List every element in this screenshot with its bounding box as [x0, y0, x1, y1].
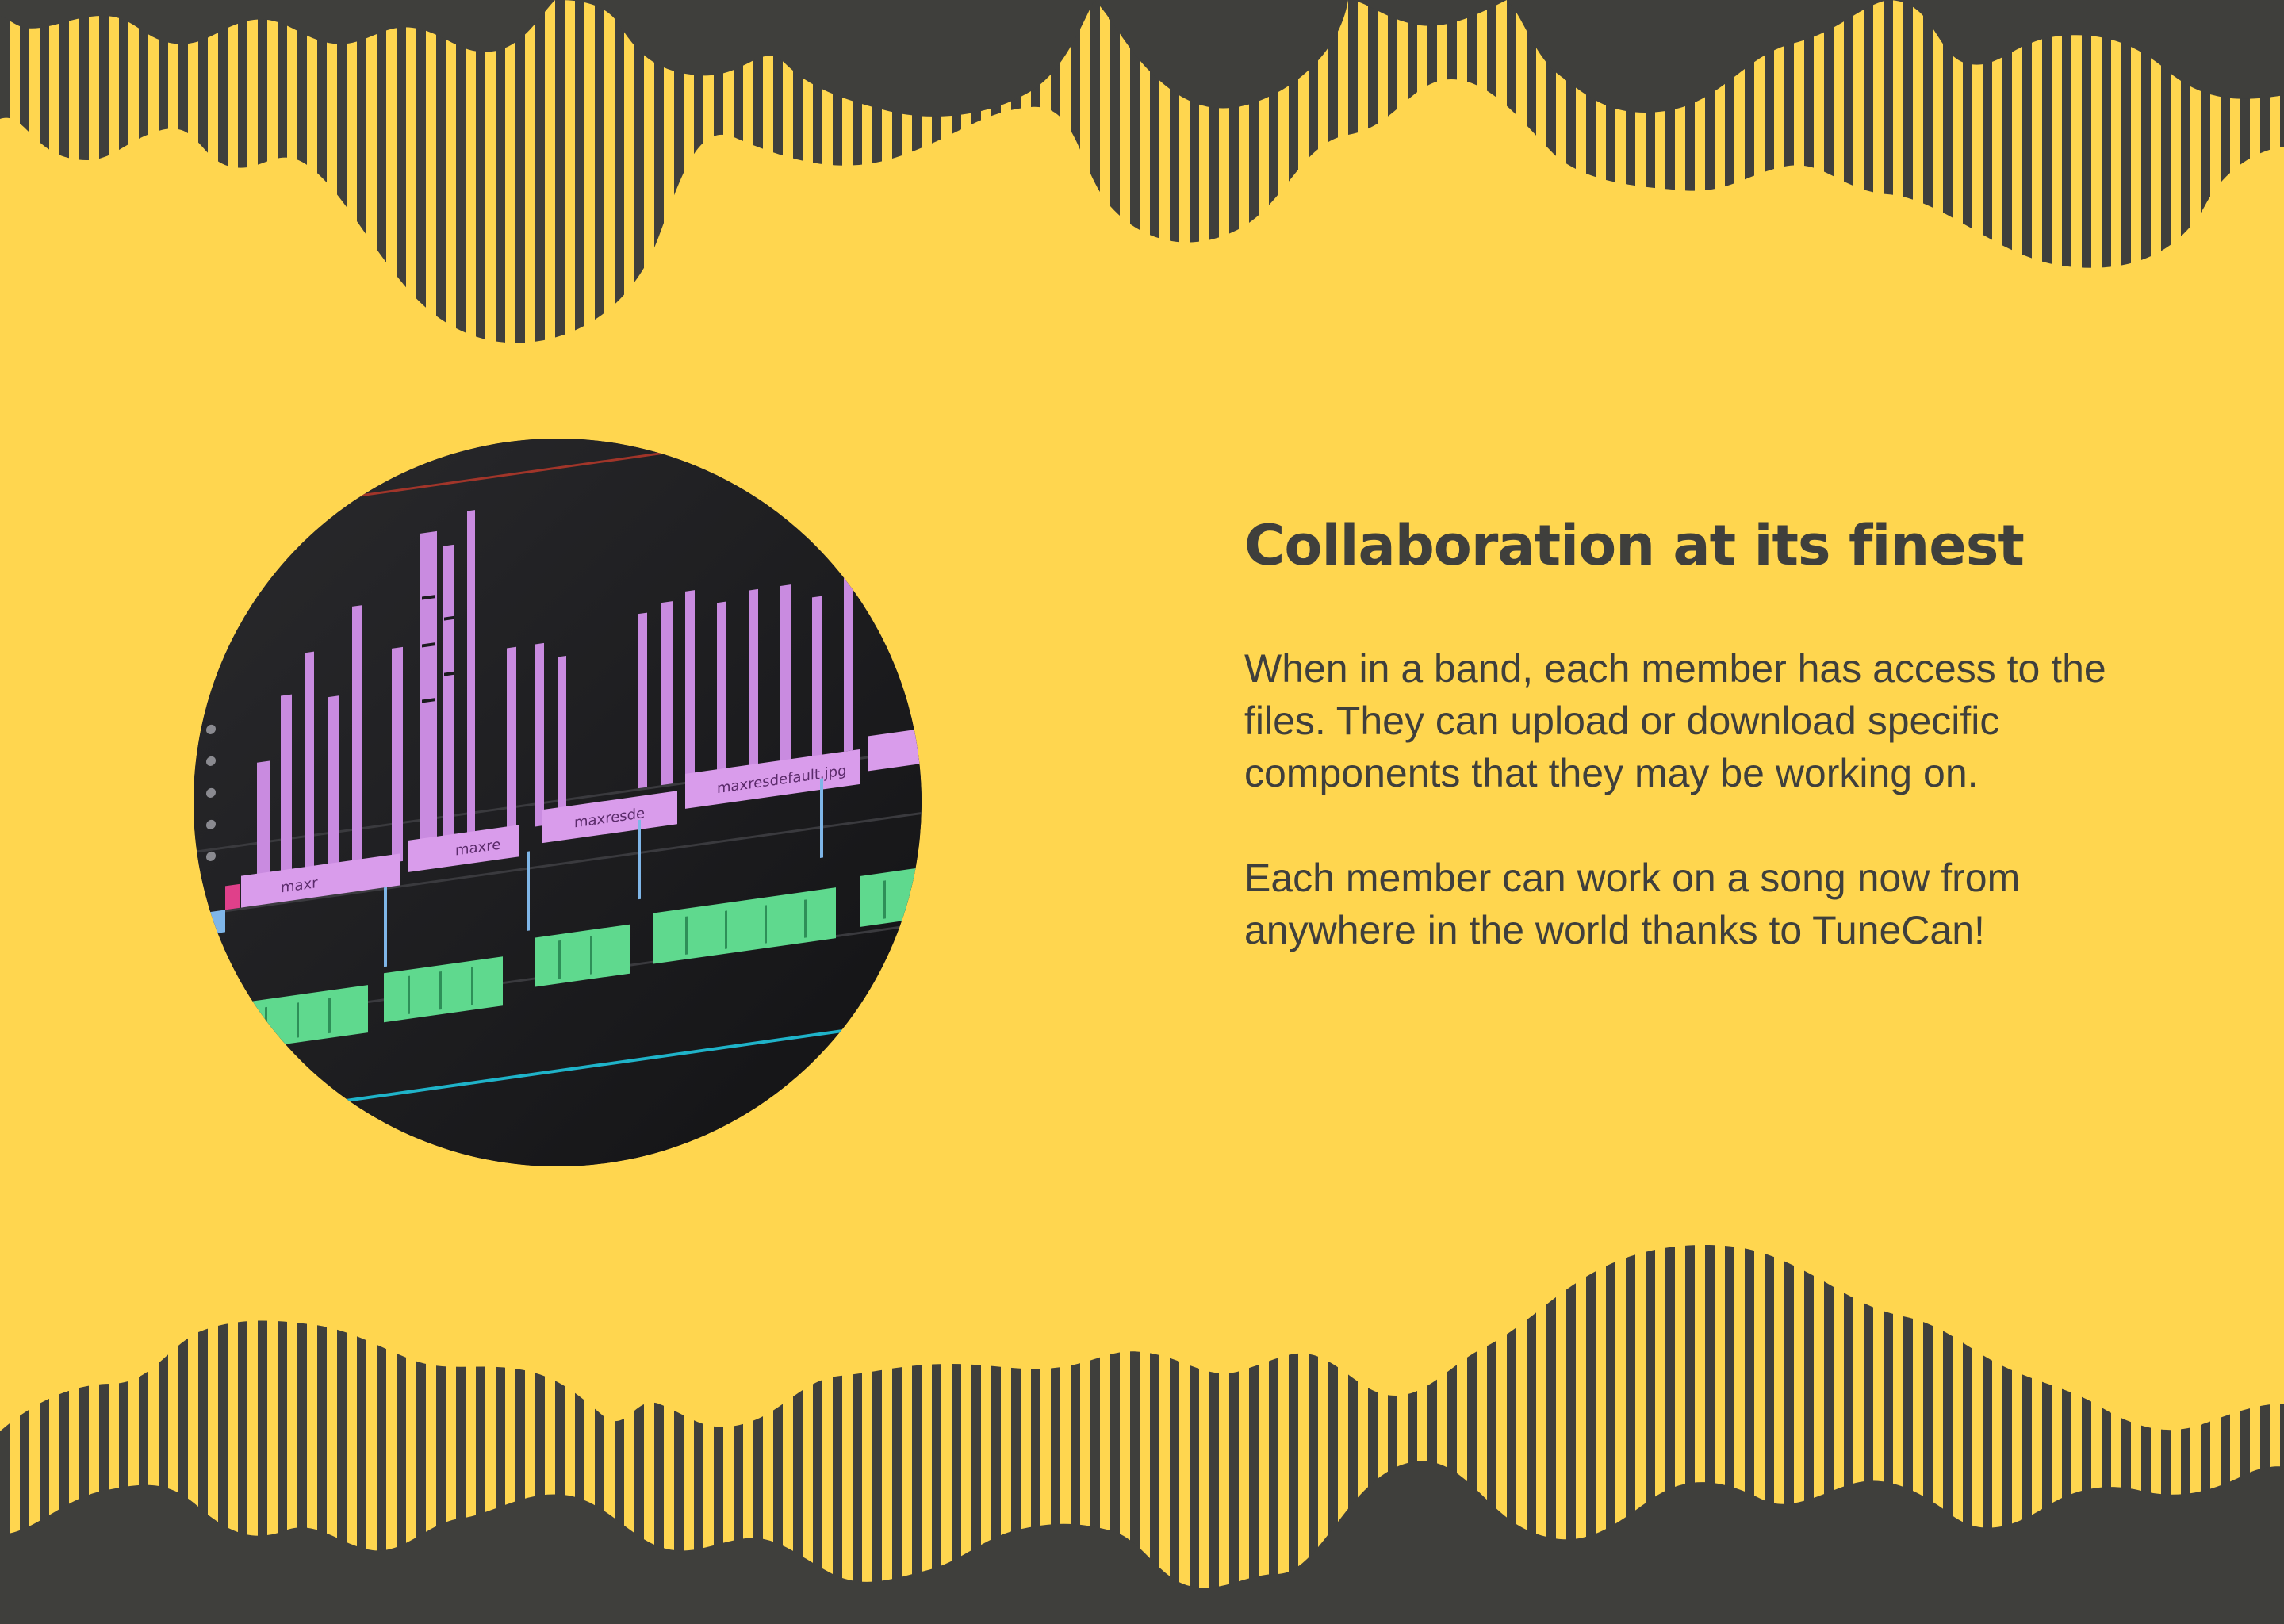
page-title: Collaboration at its finest	[1244, 513, 2025, 578]
slide: maxr maxre maxresde maxresdefault.jpg Co…	[0, 0, 2284, 1624]
content-block: Collaboration at its finest When in a ba…	[1244, 508, 2133, 956]
photo-audio-timeline: maxr maxre maxresde maxresdefault.jpg	[194, 439, 922, 1166]
audio-timeline-illustration: maxr maxre maxresde maxresdefault.jpg	[194, 439, 922, 1166]
paragraph-anywhere: Each member can work on a song now from …	[1244, 856, 2021, 952]
paragraph-access: When in a band, each member has access t…	[1244, 646, 2106, 795]
